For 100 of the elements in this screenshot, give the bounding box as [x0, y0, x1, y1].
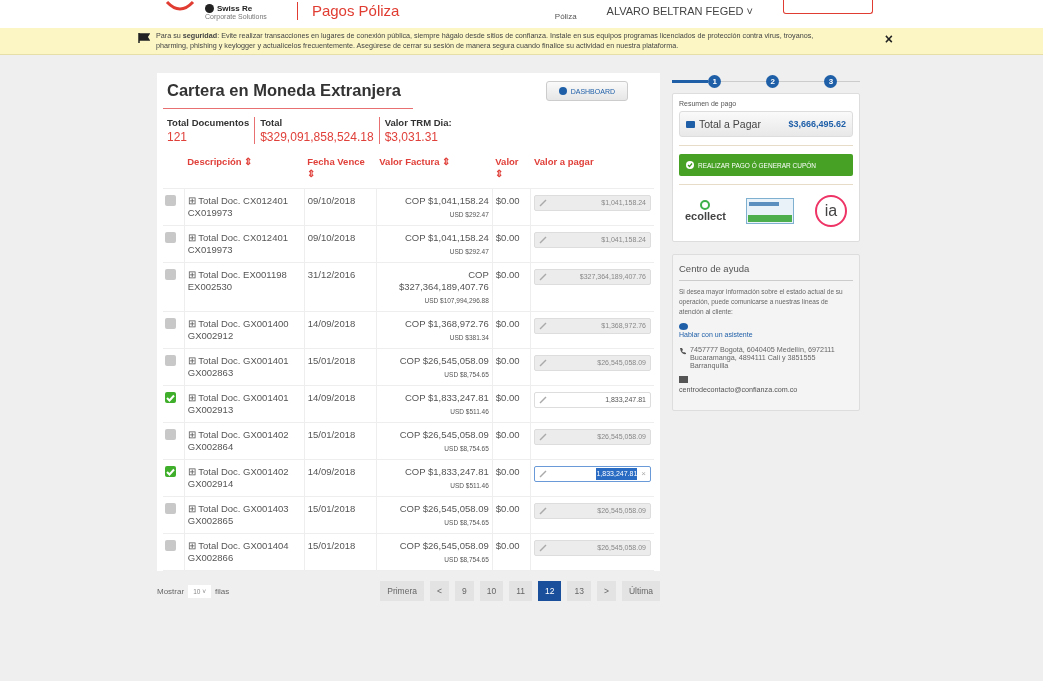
- card-icon: [686, 120, 695, 128]
- pencil-icon: [539, 507, 548, 515]
- invoice-amount: COP $26,545,058.09: [398, 503, 489, 515]
- column-header[interactable]: Fecha Vence ⇕: [304, 152, 377, 189]
- invoice-amount: COP $1,041,158.24: [404, 232, 489, 244]
- table-cell: ⊞ Total Doc. GX001402 GX002864: [184, 422, 305, 460]
- phone-icon: [679, 347, 687, 355]
- column-header[interactable]: Valor ⇕: [492, 152, 531, 189]
- invoice-amount: COP $26,545,058.09: [398, 355, 489, 367]
- row-checkbox[interactable]: [165, 269, 176, 280]
- ecollect-logo: ecollect: [685, 210, 726, 222]
- pencil-icon: [539, 359, 548, 367]
- row-checkbox[interactable]: [165, 429, 176, 440]
- row-checkbox[interactable]: [165, 232, 176, 243]
- user-menu[interactable]: ALVARO BELTRAN FEGED ˅: [606, 5, 753, 17]
- page-title: Pagos Póliza: [296, 2, 400, 20]
- step-line: [837, 80, 860, 82]
- table-cell: ⊞ Total Doc. GX001402 GX002914: [184, 459, 305, 497]
- table-cell: $0.00: [492, 311, 531, 349]
- page-button[interactable]: 9: [454, 581, 474, 601]
- page-button[interactable]: >: [596, 581, 616, 601]
- row-checkbox[interactable]: [165, 355, 176, 366]
- table-cell: $0.00: [492, 188, 531, 226]
- table-cell: $0.00: [492, 385, 531, 423]
- step-marker: 2: [766, 74, 780, 88]
- summary-label: Valor TRM Dia:: [384, 117, 452, 128]
- page-button[interactable]: 12: [538, 581, 562, 601]
- table-cell: ⊞ Total Doc. GX001400 GX002912: [184, 311, 305, 349]
- invoice-amount: COP $1,368,972.76: [404, 318, 489, 330]
- invoice-amount: COP $1,833,247.81: [404, 392, 489, 404]
- pencil-icon: [539, 273, 548, 281]
- invoice-amount: COP $26,545,058.09: [398, 429, 489, 441]
- table-cell: ⊞ Total Doc. CX012401 CX019973: [184, 225, 305, 263]
- check-icon: [166, 393, 175, 402]
- summary-value: $3,031.31: [384, 130, 439, 144]
- pencil-icon: [539, 236, 548, 244]
- page-button[interactable]: 11: [509, 581, 532, 601]
- pencil-icon: [539, 199, 548, 207]
- step-marker: 1: [708, 74, 722, 88]
- table-cell: ⊞ Total Doc. GX001404 GX002866: [184, 533, 305, 571]
- table-cell: $0.00: [492, 225, 531, 263]
- table-cell: $0.00: [492, 422, 531, 460]
- page-button[interactable]: Primera: [380, 581, 424, 601]
- summary-label: Total: [260, 117, 284, 128]
- table-cell: 15/01/2018: [304, 496, 377, 534]
- chat-icon: [679, 323, 688, 331]
- row-checkbox[interactable]: [165, 392, 176, 403]
- page-button[interactable]: <: [430, 581, 449, 601]
- column-header[interactable]: Valor a pagar: [530, 152, 654, 189]
- pencil-icon: [539, 544, 548, 552]
- bank-badge-icon: [746, 198, 795, 224]
- logout-button[interactable]: [783, 0, 873, 14]
- brand-icon: [205, 4, 214, 13]
- table-cell: $0.00: [492, 262, 531, 312]
- table-cell: 14/09/2018: [304, 459, 377, 497]
- row-checkbox[interactable]: [165, 540, 176, 551]
- column-header[interactable]: Valor Factura ⇕: [376, 152, 493, 189]
- invoice-amount: COP $1,833,247.81: [404, 466, 489, 478]
- table-cell: ⊞ Total Doc. CX012401 CX019973: [184, 188, 305, 226]
- table-cell: 15/01/2018: [304, 422, 377, 460]
- panel-title: Cartera en Moneda Extranjera: [163, 77, 413, 109]
- table-cell: 09/10/2018: [304, 225, 377, 263]
- summary-label: Total Documentos: [167, 117, 250, 128]
- invoice-amount: COP $327,364,189,407.76: [398, 269, 489, 293]
- step-marker: 3: [824, 74, 838, 88]
- table-cell: ⊞ Total Doc. GX001403 GX002865: [184, 496, 305, 534]
- page-button[interactable]: Última: [621, 581, 660, 601]
- table-cell: $0.00: [492, 459, 531, 497]
- ia-logo: ia: [815, 195, 847, 227]
- table-cell: $0.00: [492, 348, 531, 386]
- total-label: Total a Pagar: [699, 118, 761, 130]
- invoice-amount: COP $26,545,058.09: [398, 540, 489, 552]
- page-button[interactable]: 10: [479, 581, 504, 601]
- table-cell: $0.00: [492, 496, 531, 534]
- table-cell: 15/01/2018: [304, 348, 377, 386]
- pencil-icon: [539, 396, 548, 404]
- pencil-icon: [539, 470, 548, 478]
- rows-label: filas: [214, 586, 230, 596]
- nav-link[interactable]: Póliza: [554, 12, 577, 21]
- table-cell: ⊞ Total Doc. GX001401 GX002863: [184, 348, 305, 386]
- brand-name: Swiss Re: [217, 4, 253, 13]
- pencil-icon: [539, 433, 548, 441]
- table-cell: $0.00: [492, 533, 531, 571]
- row-checkbox[interactable]: [165, 195, 176, 206]
- page-button[interactable]: 13: [567, 581, 591, 601]
- close-button[interactable]: ×: [884, 31, 893, 47]
- check-circle-icon: [686, 161, 694, 169]
- pencil-icon: [539, 322, 548, 330]
- column-header[interactable]: Descripción ⇕: [184, 152, 305, 189]
- table-cell: 31/12/2016: [304, 262, 377, 312]
- table-cell: 15/01/2018: [304, 533, 377, 571]
- summary-value: $329,091,858,524.18: [260, 130, 374, 144]
- show-label: Mostrar: [157, 586, 185, 596]
- row-checkbox[interactable]: [165, 466, 176, 477]
- table-cell: 09/10/2018: [304, 188, 377, 226]
- panel-title: Centro de ayuda: [679, 263, 751, 274]
- row-checkbox[interactable]: [165, 503, 176, 514]
- row-checkbox[interactable]: [165, 318, 176, 329]
- check-icon: [166, 467, 175, 476]
- table-cell: 14/09/2018: [304, 311, 377, 349]
